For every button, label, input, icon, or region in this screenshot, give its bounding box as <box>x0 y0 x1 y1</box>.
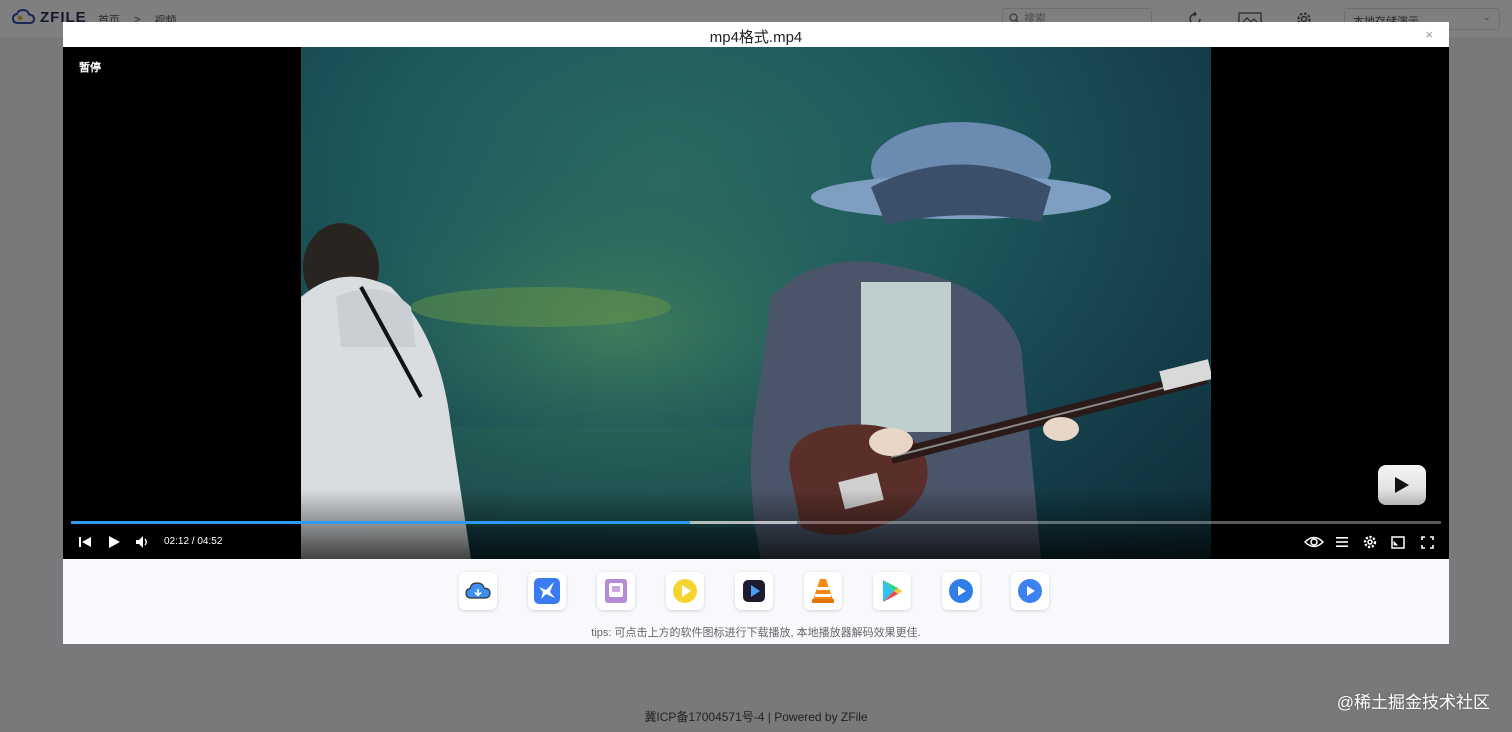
web-fullscreen-icon <box>1391 535 1405 549</box>
settings-button[interactable] <box>1362 534 1378 550</box>
fullscreen-button[interactable] <box>1419 534 1435 550</box>
menu-icon <box>1336 537 1348 547</box>
previous-button[interactable] <box>77 534 93 550</box>
tips-text: tips: 可点击上方的软件图标进行下载播放, 本地播放器解码效果更佳. <box>591 627 921 639</box>
fullscreen-icon <box>1420 535 1434 549</box>
iina-icon <box>743 580 765 602</box>
skip-previous-icon <box>79 537 91 547</box>
external-player-cloud[interactable] <box>459 572 497 610</box>
blue-play-icon <box>949 579 973 603</box>
dialog-header: mp4格式.mp4 × <box>63 22 1449 47</box>
progress-played <box>71 521 691 524</box>
external-player-thunder[interactable] <box>528 572 566 610</box>
playlist-button[interactable] <box>1334 534 1350 550</box>
dialog-title: mp4格式.mp4 <box>709 29 803 46</box>
play-button[interactable] <box>106 534 122 550</box>
volume-button[interactable] <box>134 534 150 550</box>
external-player-blue-alt[interactable] <box>1011 572 1049 610</box>
gear-icon <box>1363 535 1377 549</box>
eye-icon <box>1304 536 1324 548</box>
external-player-blue[interactable] <box>942 572 980 610</box>
watermark: @稀土掘金技术社区 <box>1336 693 1490 712</box>
yellow-play-icon <box>673 579 697 603</box>
play-icon <box>109 536 120 548</box>
controls-gradient <box>63 489 1449 559</box>
video-scene-illustration <box>301 47 1211 559</box>
view-button[interactable] <box>1303 534 1325 550</box>
time-display: 02:12 / 04:52 <box>164 536 223 547</box>
video-frame[interactable] <box>301 47 1211 559</box>
external-player-vlc[interactable] <box>804 572 842 610</box>
external-player-yellow[interactable] <box>666 572 704 610</box>
thunder-bird-icon <box>534 578 560 604</box>
blue-play-alt-icon <box>1018 579 1042 603</box>
cloud-download-icon <box>465 582 491 599</box>
external-players-panel: tips: 可点击上方的软件图标进行下载播放, 本地播放器解码效果更佳. <box>63 559 1449 644</box>
video-dialog: mp4格式.mp4 × 暂停 02:12 / 04:52 tips: 可点击上方… <box>63 22 1449 644</box>
web-fullscreen-button[interactable] <box>1390 534 1406 550</box>
external-player-google-play[interactable] <box>873 572 911 610</box>
video-player[interactable]: 暂停 02:12 / 04:52 <box>63 47 1449 559</box>
close-button[interactable]: × <box>1425 27 1433 42</box>
player-state-label: 暂停 <box>79 62 101 74</box>
potplayer-icon <box>605 579 627 603</box>
external-player-iina[interactable] <box>735 572 773 610</box>
google-play-icon <box>883 580 902 602</box>
volume-icon <box>135 536 147 548</box>
progress-bar[interactable] <box>71 521 1441 524</box>
external-player-list <box>459 572 1049 610</box>
vlc-icon <box>812 579 834 603</box>
external-player-potplayer[interactable] <box>597 572 635 610</box>
